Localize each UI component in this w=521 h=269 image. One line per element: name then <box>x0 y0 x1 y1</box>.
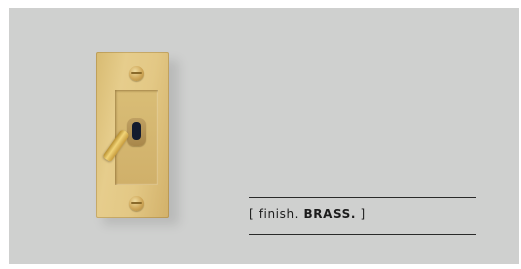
caption-suffix: ] <box>356 207 366 221</box>
bottom-screw-icon <box>129 196 144 211</box>
finish-name: BRASS. <box>303 207 357 221</box>
product-background <box>9 8 519 264</box>
toggle-slot-opening <box>132 122 141 140</box>
caption-prefix: [ finish. <box>249 207 304 221</box>
caption-bottom-rule <box>249 234 476 235</box>
finish-caption: [ finish. BRASS. ] <box>249 207 366 221</box>
caption-top-rule <box>249 197 476 198</box>
top-screw-icon <box>129 66 144 81</box>
